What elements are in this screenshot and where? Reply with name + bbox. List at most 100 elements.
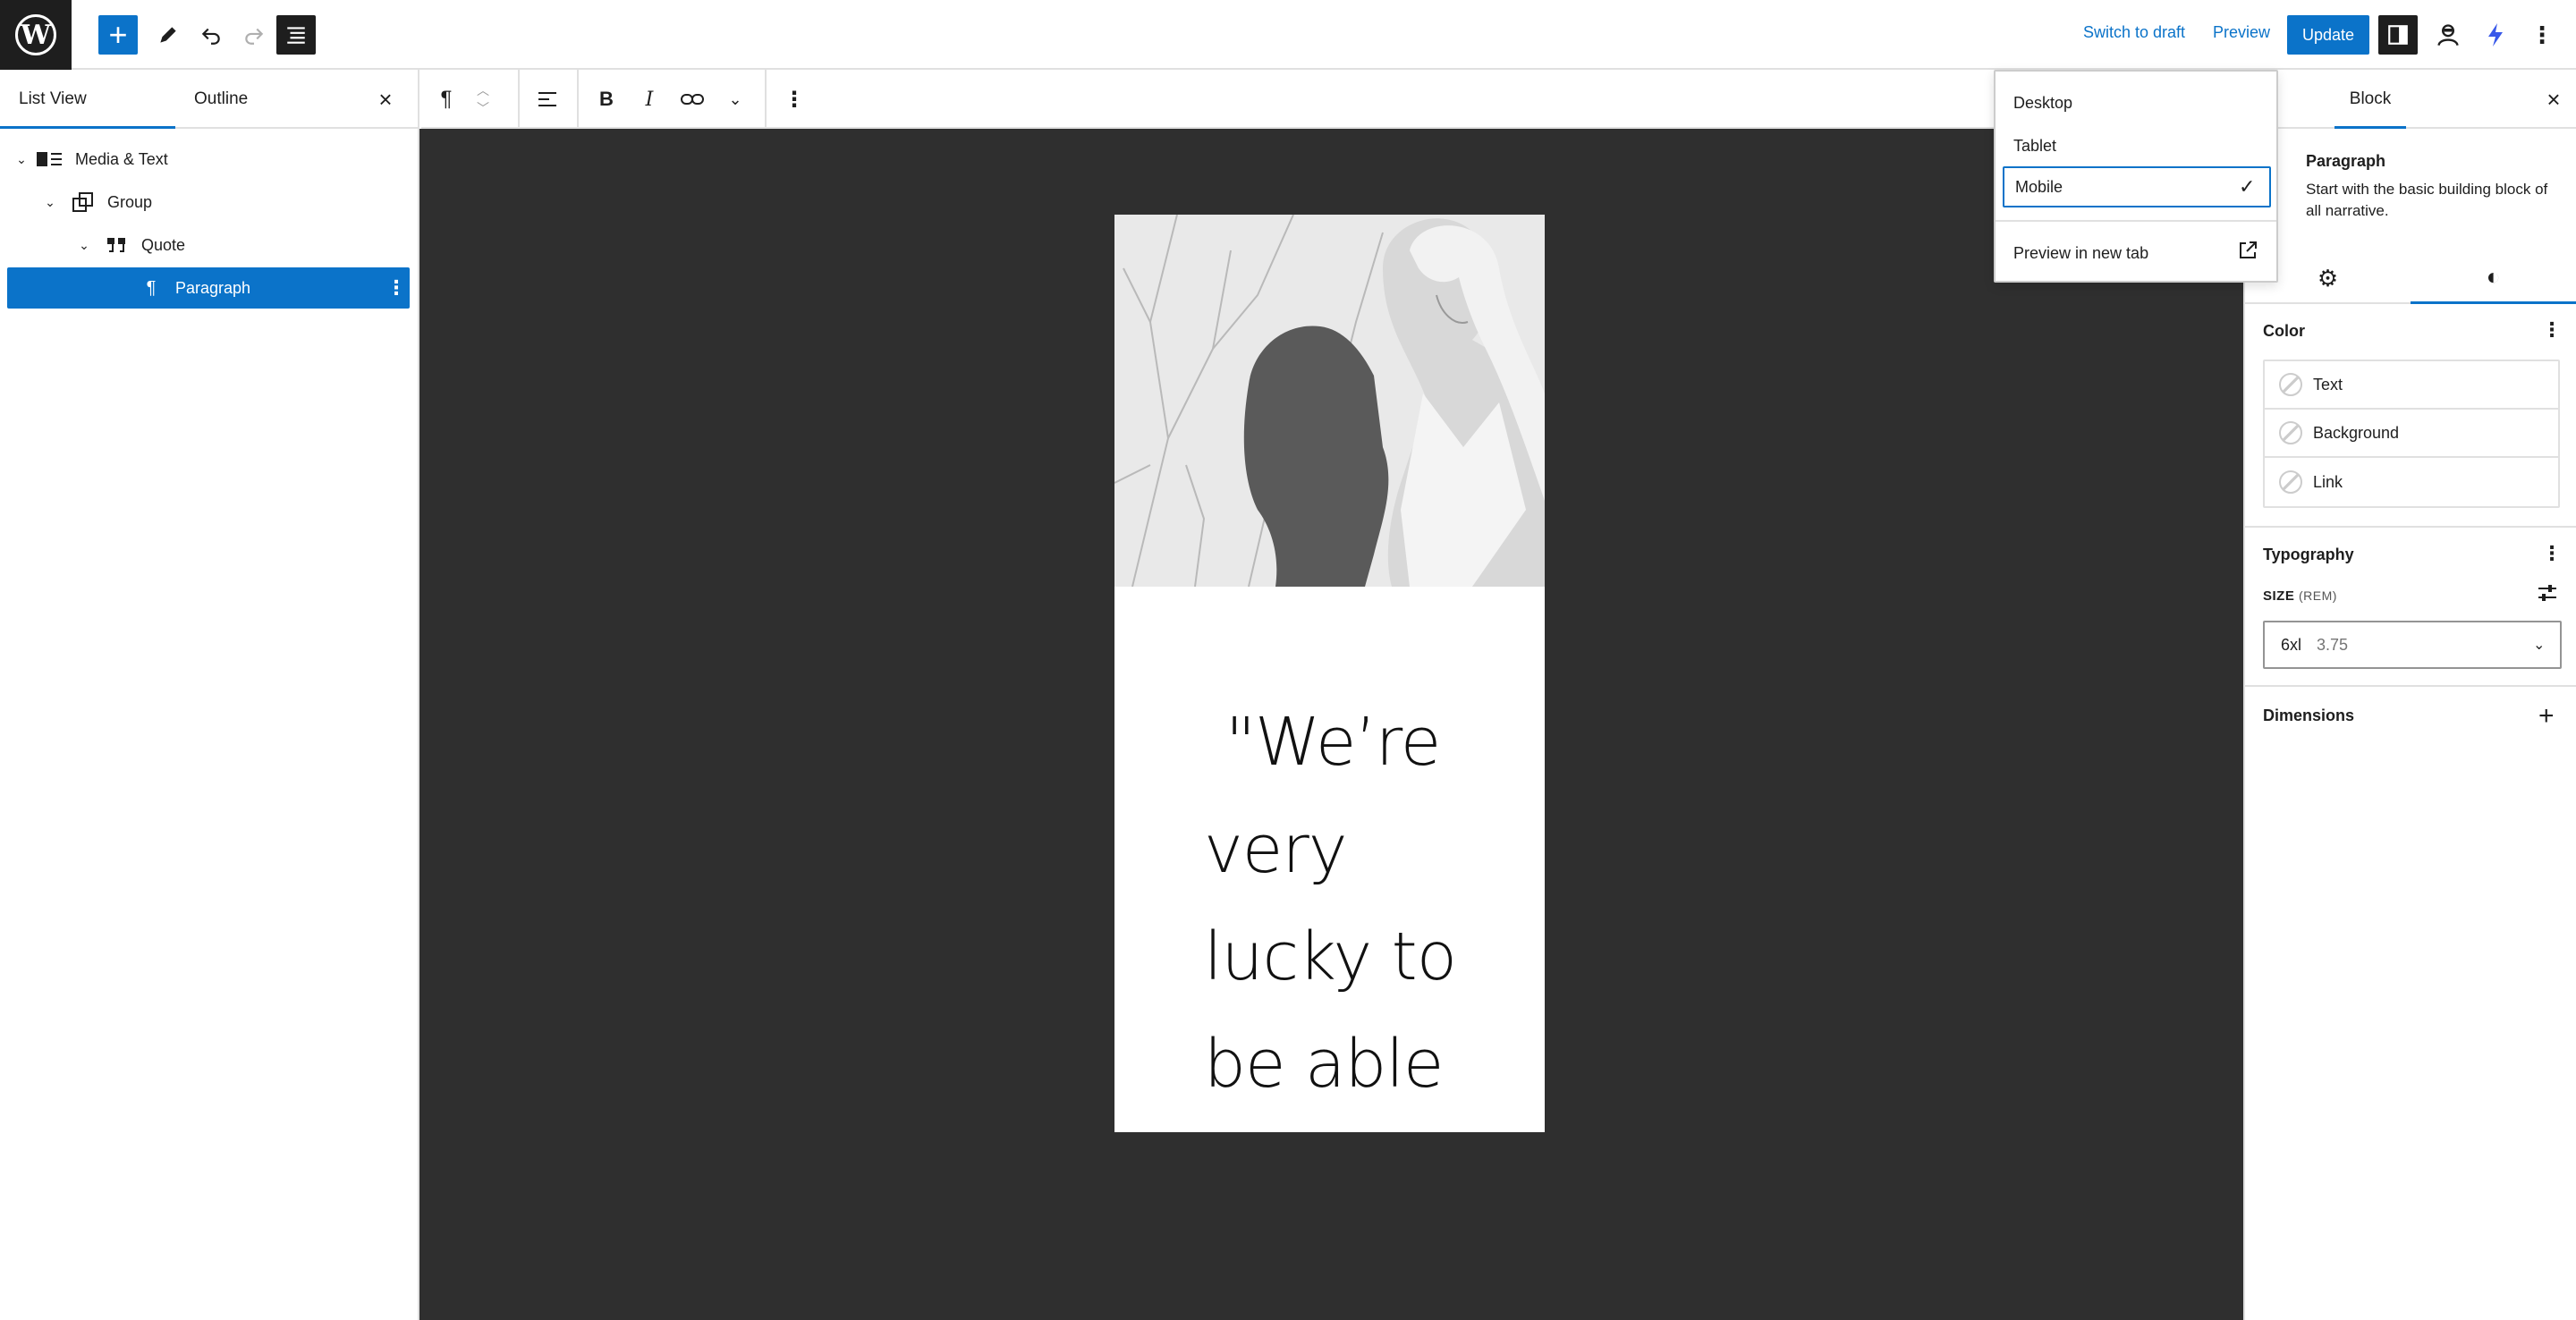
tab-styles[interactable]: ◐ (2411, 252, 2576, 304)
bold-button[interactable]: B (588, 80, 625, 118)
wordpress-w-icon: W (15, 14, 56, 55)
plus-icon: + (2538, 701, 2555, 731)
more-vertical-icon: ⋮ (2530, 21, 2554, 48)
close-icon: × (378, 86, 393, 113)
gear-icon: ⚙ (2317, 264, 2339, 292)
undo-button[interactable] (191, 15, 231, 55)
options-menu-button[interactable]: ⋮ (2522, 15, 2562, 55)
dimensions-panel-title: Dimensions (2263, 707, 2355, 724)
chevron-down-icon[interactable]: ﹀ (477, 99, 489, 117)
chevron-down-icon: ⌄ (728, 89, 742, 108)
woman-photo-image (1114, 215, 1545, 587)
list-view-icon (287, 27, 305, 44)
tab-outline[interactable]: Outline (175, 70, 351, 129)
settings-toggle-button[interactable] (2378, 15, 2418, 55)
sidebar-icon (2388, 25, 2408, 45)
tab-list-view[interactable]: List View (0, 70, 175, 129)
font-size-select[interactable]: 6xl 3.75 ⌄ (2263, 621, 2562, 669)
size-label-text: SIZE (2263, 588, 2295, 604)
block-toolbar: ¶ ︿ ﹀ B I ⌄ ⋮ (421, 70, 2243, 129)
group-icon (70, 189, 97, 216)
list-item-quote[interactable]: ⌄ Quote (7, 224, 410, 266)
list-item-label: Paragraph (175, 278, 251, 297)
chevron-up-icon[interactable]: ︿ (477, 81, 489, 99)
contrast-icon: ◐ (2486, 263, 2501, 290)
editor-header: W + Switch to draft Preview Update ⋮ (0, 0, 2576, 70)
typography-panel-title: Typography (2263, 546, 2354, 563)
list-item-label: Group (107, 192, 153, 211)
block-options-icon[interactable]: ⋮ (386, 276, 406, 300)
tools-button[interactable] (148, 15, 188, 55)
color-options-icon[interactable]: ⋮ (2542, 318, 2562, 342)
quote-line: lucky to (1204, 918, 1457, 995)
list-item-media-text[interactable]: ⌄ Media & Text (7, 139, 410, 180)
list-view-panel: List View Outline × ⌄ Media & Text ⌄ Gro… (0, 70, 419, 1320)
switch-to-draft-button[interactable]: Switch to draft (2083, 23, 2185, 42)
plus-icon: + (108, 16, 128, 53)
document-overview-button[interactable] (276, 15, 316, 55)
list-item-paragraph[interactable]: ¶ Paragraph ⋮ (7, 267, 410, 309)
chevron-down-icon[interactable]: ⌄ (75, 236, 93, 254)
color-item-background[interactable]: Background (2265, 410, 2558, 458)
mobile-preview-page[interactable]: "We’re very lucky to be able (1114, 215, 1545, 1132)
panel-divider (2245, 685, 2576, 687)
chevron-down-icon[interactable]: ⌄ (41, 193, 59, 211)
link-button[interactable] (674, 80, 711, 118)
add-dimension-button[interactable]: + (2538, 701, 2555, 732)
color-item-text[interactable]: Text (2265, 361, 2558, 410)
color-panel-title: Color (2263, 322, 2305, 340)
menu-item-label: Preview in new tab (2013, 243, 2149, 262)
custom-size-toggle[interactable] (2537, 583, 2558, 608)
block-inserter-button[interactable]: + (98, 15, 138, 55)
list-item-group[interactable]: ⌄ Group (7, 182, 410, 223)
menu-item-tablet[interactable]: Tablet (2003, 125, 2271, 166)
empty-swatch-icon (2279, 470, 2302, 494)
block-card-title: Paragraph (2306, 152, 2386, 170)
tab-block[interactable]: Block (2334, 70, 2406, 129)
typography-options-icon[interactable]: ⋮ (2542, 542, 2562, 565)
preview-button[interactable]: Preview (2213, 23, 2270, 42)
move-up-down-buttons[interactable]: ︿ ﹀ (464, 80, 502, 118)
close-settings-button[interactable]: × (2540, 86, 2567, 113)
quote-line: very (1204, 811, 1348, 888)
update-button[interactable]: Update (2287, 15, 2369, 55)
quote-line: be able (1204, 1026, 1444, 1103)
color-item-label: Link (2313, 472, 2343, 491)
menu-item-desktop[interactable]: Desktop (2003, 82, 2271, 123)
menu-item-label: Mobile (2015, 177, 2063, 196)
empty-swatch-icon (2279, 421, 2302, 444)
sidebar-tabs: ge Block × (2245, 70, 2576, 129)
chevron-down-icon[interactable]: ⌄ (13, 150, 30, 168)
redo-button[interactable] (234, 15, 274, 55)
wordpress-logo[interactable]: W (0, 0, 72, 70)
list-item-label: Quote (141, 235, 186, 254)
paragraph-transform-button[interactable]: ¶ (428, 80, 465, 118)
block-options-button[interactable]: ⋮ (775, 80, 813, 118)
italic-button[interactable]: I (631, 80, 668, 118)
toolbar-divider (765, 70, 767, 127)
bold-icon: B (599, 88, 614, 110)
quote-paragraph[interactable]: "We’re very lucky to be able (1204, 689, 1472, 1118)
preview-dropdown-menu: Desktop Tablet Mobile ✓ Preview in new t… (1994, 70, 2278, 283)
check-icon: ✓ (2239, 175, 2256, 198)
preview-in-new-tab-item[interactable]: Preview in new tab (2003, 233, 2271, 274)
jetpack-button[interactable] (2476, 15, 2515, 55)
font-size-label: SIZE (REM) (2263, 588, 2337, 604)
align-button[interactable] (529, 80, 566, 118)
menu-item-mobile[interactable]: Mobile ✓ (2003, 166, 2271, 207)
inspector-tabs: ⚙ ◐ (2245, 252, 2576, 304)
paragraph-icon: ¶ (146, 277, 157, 298)
editor-canvas[interactable]: "We’re very lucky to be able (419, 129, 2243, 1320)
sliders-icon (2538, 585, 2556, 601)
quote-line: "We’re (1225, 704, 1441, 781)
size-unit-text: (REM) (2299, 588, 2337, 603)
chevron-down-icon: ⌄ (2533, 638, 2546, 653)
user-plugin-button[interactable] (2428, 15, 2468, 55)
close-list-view-button[interactable]: × (372, 86, 399, 113)
align-left-icon (538, 92, 556, 106)
color-item-link[interactable]: Link (2265, 458, 2558, 506)
user-icon (2437, 24, 2459, 47)
color-item-label: Text (2313, 375, 2343, 393)
more-formatting-button[interactable]: ⌄ (716, 80, 754, 118)
external-link-icon (2237, 240, 2258, 267)
